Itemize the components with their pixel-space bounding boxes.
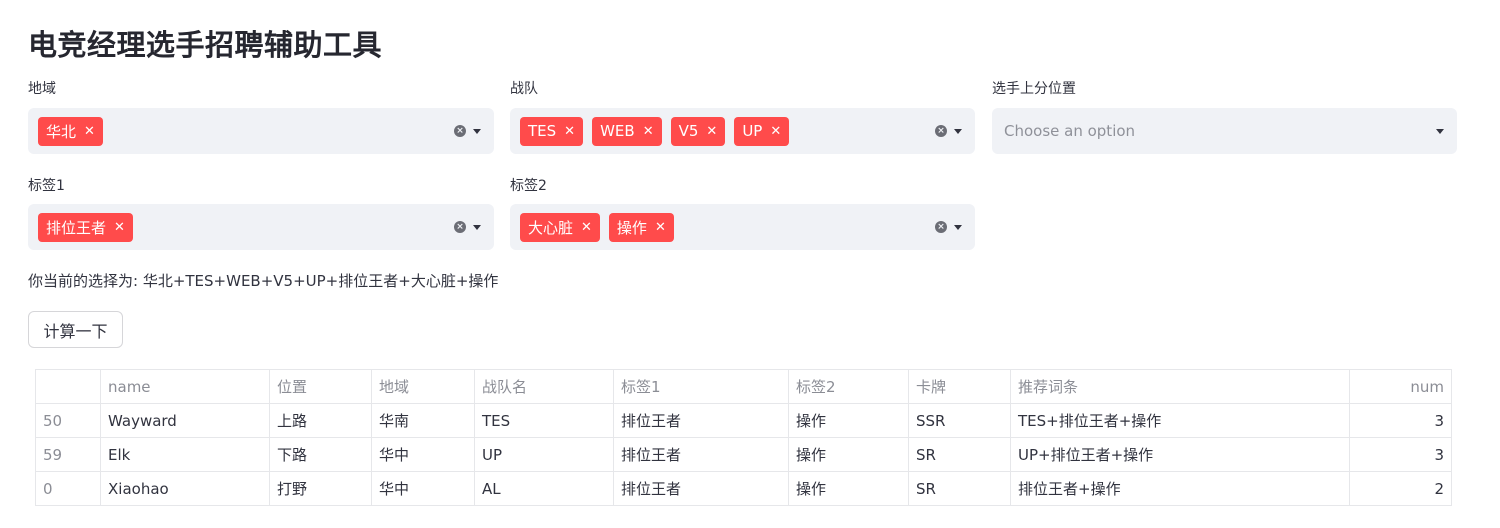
- table-cell: TES+排位王者+操作: [1010, 403, 1350, 438]
- tag1-label: 标签1: [28, 178, 65, 194]
- column-header[interactable]: 推荐词条: [1010, 369, 1350, 404]
- table-cell: 3: [1349, 403, 1452, 438]
- close-icon[interactable]: ✕: [84, 124, 95, 139]
- column-header[interactable]: 地域: [371, 369, 475, 404]
- column-header[interactable]: 卡牌: [908, 369, 1011, 404]
- table-cell: 排位王者+操作: [1010, 471, 1350, 506]
- table-row[interactable]: 59 Elk 下路 华中 UP 排位王者 操作 SR UP+排位王者+操作 3: [35, 437, 1452, 472]
- row-index: 50: [35, 403, 101, 438]
- close-icon[interactable]: ✕: [655, 220, 666, 235]
- team-tag: UP ✕: [734, 116, 790, 146]
- tag1-multiselect[interactable]: 排位王者 ✕ ×: [28, 204, 494, 250]
- clear-icon[interactable]: ×: [935, 221, 947, 233]
- tag1-tag: 排位王者 ✕: [38, 212, 133, 242]
- tag2-multiselect[interactable]: 大心脏 ✕ 操作 ✕ ×: [510, 204, 975, 250]
- column-header[interactable]: 战队名: [474, 369, 614, 404]
- team-multiselect[interactable]: TES ✕ WEB ✕ V5 ✕ UP ✕ ×: [510, 108, 975, 154]
- column-header: [35, 369, 101, 404]
- table-row[interactable]: 0 Xiaohao 打野 华中 AL 排位王者 操作 SR 排位王者+操作 2: [35, 471, 1452, 506]
- caret-down-icon[interactable]: [954, 225, 962, 230]
- close-icon[interactable]: ✕: [114, 220, 125, 235]
- row-index: 59: [35, 437, 101, 472]
- table-cell: SR: [908, 471, 1011, 506]
- region-tag: 华北 ✕: [38, 116, 103, 146]
- table-cell: 打野: [269, 471, 372, 506]
- team-tag: V5 ✕: [670, 116, 726, 146]
- table-cell: 2: [1349, 471, 1452, 506]
- caret-down-icon[interactable]: [473, 225, 481, 230]
- region-multiselect[interactable]: 华北 ✕ ×: [28, 108, 494, 154]
- column-header[interactable]: 标签1: [613, 369, 789, 404]
- team-tag: TES ✕: [520, 116, 584, 146]
- table-cell: UP: [474, 437, 614, 472]
- table-cell: 操作: [788, 403, 909, 438]
- close-icon[interactable]: ✕: [581, 220, 592, 235]
- region-label: 地域: [28, 81, 56, 97]
- caret-down-icon[interactable]: [1436, 129, 1444, 134]
- table-cell: 排位王者: [613, 403, 789, 438]
- column-header[interactable]: name: [100, 369, 270, 404]
- close-icon[interactable]: ✕: [643, 124, 654, 139]
- position-select[interactable]: Choose an option: [992, 108, 1457, 154]
- results-table: name 位置 地域 战队名 标签1 标签2 卡牌 推荐词条 num 50 Wa…: [35, 369, 1452, 506]
- table-cell: 华中: [371, 437, 475, 472]
- table-cell: TES: [474, 403, 614, 438]
- tag2-tag: 大心脏 ✕: [520, 212, 600, 242]
- current-selection-text: 你当前的选择为: 华北+TES+WEB+V5+UP+排位王者+大心脏+操作: [28, 272, 499, 290]
- position-placeholder: Choose an option: [1004, 122, 1136, 140]
- column-header[interactable]: 标签2: [788, 369, 909, 404]
- column-header[interactable]: 位置: [269, 369, 372, 404]
- table-cell: SR: [908, 437, 1011, 472]
- table-cell: 华中: [371, 471, 475, 506]
- table-cell: 排位王者: [613, 437, 789, 472]
- table-cell: 排位王者: [613, 471, 789, 506]
- table-cell: AL: [474, 471, 614, 506]
- caret-down-icon[interactable]: [473, 129, 481, 134]
- tag2-tag: 操作 ✕: [608, 212, 674, 242]
- table-cell: Wayward: [100, 403, 270, 438]
- page-title: 电竞经理选手招聘辅助工具: [28, 28, 383, 62]
- table-cell: 上路: [269, 403, 372, 438]
- tag2-label: 标签2: [510, 178, 547, 194]
- tag1-tags: 排位王者 ✕: [38, 204, 133, 250]
- table-cell: 华南: [371, 403, 475, 438]
- team-label: 战队: [510, 81, 538, 97]
- table-cell: Xiaohao: [100, 471, 270, 506]
- calculate-button[interactable]: 计算一下: [28, 311, 123, 348]
- row-index: 0: [35, 471, 101, 506]
- clear-icon[interactable]: ×: [454, 125, 466, 137]
- clear-icon[interactable]: ×: [454, 221, 466, 233]
- table-header-row: name 位置 地域 战队名 标签1 标签2 卡牌 推荐词条 num: [35, 369, 1452, 404]
- tag2-tags: 大心脏 ✕ 操作 ✕: [520, 204, 674, 250]
- table-cell: 操作: [788, 437, 909, 472]
- table-cell: 下路: [269, 437, 372, 472]
- team-tags: TES ✕ WEB ✕ V5 ✕ UP ✕: [520, 108, 790, 154]
- clear-icon[interactable]: ×: [935, 125, 947, 137]
- table-cell: UP+排位王者+操作: [1010, 437, 1350, 472]
- table-cell: 3: [1349, 437, 1452, 472]
- table-cell: SSR: [908, 403, 1011, 438]
- table-cell: Elk: [100, 437, 270, 472]
- region-tags: 华北 ✕: [38, 108, 103, 154]
- close-icon[interactable]: ✕: [564, 124, 575, 139]
- table-row[interactable]: 50 Wayward 上路 华南 TES 排位王者 操作 SSR TES+排位王…: [35, 403, 1452, 438]
- team-tag: WEB ✕: [592, 116, 662, 146]
- close-icon[interactable]: ✕: [770, 124, 781, 139]
- close-icon[interactable]: ✕: [706, 124, 717, 139]
- caret-down-icon[interactable]: [954, 129, 962, 134]
- table-cell: 操作: [788, 471, 909, 506]
- position-label: 选手上分位置: [992, 81, 1076, 97]
- column-header[interactable]: num: [1349, 369, 1452, 404]
